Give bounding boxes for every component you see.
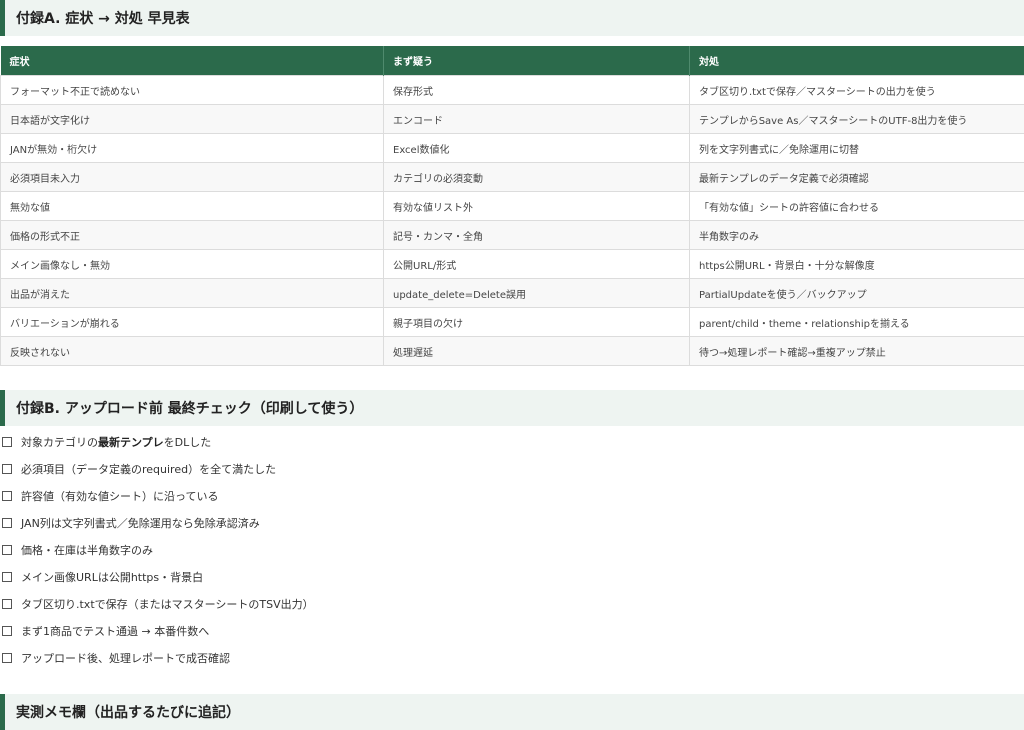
- checklist-text: 許容値（有効な値シート）に沿っている: [21, 489, 219, 503]
- table-row: フォーマット不正で読めない 保存形式 タブ区切り.txtで保存／マスターシートの出力…: [0, 75, 1024, 105]
- cell-symptom: バリエーションが崩れる: [0, 307, 384, 337]
- checkbox-icon[interactable]: [2, 544, 12, 555]
- cell-remedy: https公開URL・背景白・十分な解像度: [689, 249, 1024, 279]
- memo-heading: 実測メモ欄（出品するたびに追記）: [0, 694, 1024, 730]
- cell-suspect: 保存形式: [383, 75, 690, 105]
- cell-suspect: 処理遅延: [383, 336, 690, 366]
- appendix-a-heading: 付録A. 症状 → 対処 早見表: [0, 0, 1024, 36]
- symptom-table: 症状 まず疑う 対処 フォーマット不正で読めない 保存形式 タブ区切り.txtで保存…: [0, 46, 1024, 366]
- cell-symptom: メイン画像なし・無効: [0, 249, 384, 279]
- checklist-item[interactable]: まず1商品でテスト通過 → 本番件数へ: [0, 617, 314, 644]
- checkbox-icon[interactable]: [2, 652, 12, 663]
- checklist-text: まず1商品でテスト通過 → 本番件数へ: [21, 624, 210, 638]
- checklist-item[interactable]: 価格・在庫は半角数字のみ: [0, 536, 314, 563]
- cell-suspect: update_delete=Delete誤用: [383, 278, 690, 308]
- checklist-text: アップロード後、処理レポートで成否確認: [21, 651, 230, 665]
- checkbox-icon[interactable]: [2, 463, 12, 474]
- cell-suspect: 公開URL/形式: [383, 249, 690, 279]
- table-row: 無効な値 有効な値リスト外 「有効な値」シートの許容値に合わせる: [0, 191, 1024, 221]
- table-row: バリエーションが崩れる 親子項目の欠け parent/child・theme・rel…: [0, 307, 1024, 337]
- cell-symptom: 必須項目未入力: [0, 162, 384, 192]
- checklist-item[interactable]: 対象カテゴリの 最新テンプレ をDLした: [0, 428, 314, 455]
- checklist-text: メイン画像URLは公開https・背景白: [21, 570, 204, 584]
- cell-remedy: 待つ→処理レポート確認→重複アップ禁止: [689, 336, 1024, 366]
- checklist-item[interactable]: タブ区切り.txtで保存（またはマスターシートのTSV出力）: [0, 590, 314, 617]
- checkbox-icon[interactable]: [2, 490, 12, 501]
- cell-symptom: 反映されない: [0, 336, 384, 366]
- cell-suspect: 親子項目の欠け: [383, 307, 690, 337]
- checklist-text-suffix: をDLした: [163, 435, 212, 449]
- cell-symptom: フォーマット不正で読めない: [0, 75, 384, 105]
- cell-remedy: テンプレからSave As／マスターシートのUTF-8出力を使う: [689, 104, 1024, 134]
- appendix-b-title: 付録B. アップロード前 最終チェック（印刷して使う）: [16, 401, 364, 417]
- checklist-text: 価格・在庫は半角数字のみ: [21, 543, 153, 557]
- checklist-item[interactable]: アップロード後、処理レポートで成否確認: [0, 644, 314, 671]
- checklist-item[interactable]: 必須項目（データ定義のrequired）を全て満たした: [0, 455, 314, 482]
- table-row: 反映されない 処理遅延 待つ→処理レポート確認→重複アップ禁止: [0, 336, 1024, 366]
- checkbox-icon[interactable]: [2, 517, 12, 528]
- checklist-item[interactable]: メイン画像URLは公開https・背景白: [0, 563, 314, 590]
- checklist-text: JAN列は文字列書式／免除運用なら免除承認済み: [21, 516, 260, 530]
- appendix-b-heading: 付録B. アップロード前 最終チェック（印刷して使う）: [0, 390, 1024, 426]
- cell-symptom: 日本語が文字化け: [0, 104, 384, 134]
- checklist-emphasis: 最新テンプレ: [98, 435, 164, 449]
- cell-remedy: 半角数字のみ: [689, 220, 1024, 250]
- cell-symptom: JANが無効・桁欠け: [0, 133, 384, 163]
- table-row: 必須項目未入力 カテゴリの必須変動 最新テンプレのデータ定義で必須確認: [0, 162, 1024, 192]
- memo-title: 実測メモ欄（出品するたびに追記）: [16, 705, 240, 721]
- cell-remedy: 「有効な値」シートの許容値に合わせる: [689, 191, 1024, 221]
- final-checklist: 対象カテゴリの 最新テンプレ をDLした必須項目（データ定義のrequired）を全…: [0, 428, 314, 671]
- cell-suspect: カテゴリの必須変動: [383, 162, 690, 192]
- cell-remedy: タブ区切り.txtで保存／マスターシートの出力を使う: [689, 75, 1024, 105]
- cell-suspect: Excel数値化: [383, 133, 690, 163]
- column-header-suspect: まず疑う: [383, 46, 690, 76]
- cell-suspect: 記号・カンマ・全角: [383, 220, 690, 250]
- table-row: メイン画像なし・無効 公開URL/形式 https公開URL・背景白・十分な解像度: [0, 249, 1024, 279]
- column-header-symptom: 症状: [0, 46, 384, 76]
- checklist-item[interactable]: JAN列は文字列書式／免除運用なら免除承認済み: [0, 509, 314, 536]
- table-row: 出品が消えた update_delete=Delete誤用 PartialUpdat…: [0, 278, 1024, 308]
- cell-suspect: エンコード: [383, 104, 690, 134]
- checklist-text: タブ区切り.txtで保存（またはマスターシートのTSV出力）: [21, 597, 314, 611]
- cell-remedy: parent/child・theme・relationshipを揃える: [689, 307, 1024, 337]
- table-row: 価格の形式不正 記号・カンマ・全角 半角数字のみ: [0, 220, 1024, 250]
- cell-remedy: 最新テンプレのデータ定義で必須確認: [689, 162, 1024, 192]
- checklist-text: 対象カテゴリの: [21, 435, 98, 449]
- cell-symptom: 出品が消えた: [0, 278, 384, 308]
- cell-symptom: 価格の形式不正: [0, 220, 384, 250]
- table-row: JANが無効・桁欠け Excel数値化 列を文字列書式に／免除運用に切替: [0, 133, 1024, 163]
- column-header-remedy: 対処: [689, 46, 1024, 76]
- table-header-row: 症状 まず疑う 対処: [0, 46, 1024, 76]
- checkbox-icon[interactable]: [2, 571, 12, 582]
- cell-remedy: PartialUpdateを使う／バックアップ: [689, 278, 1024, 308]
- cell-symptom: 無効な値: [0, 191, 384, 221]
- checklist-item[interactable]: 許容値（有効な値シート）に沿っている: [0, 482, 314, 509]
- checkbox-icon[interactable]: [2, 625, 12, 636]
- cell-remedy: 列を文字列書式に／免除運用に切替: [689, 133, 1024, 163]
- checklist-text: 必須項目（データ定義のrequired）を全て満たした: [21, 462, 277, 476]
- cell-suspect: 有効な値リスト外: [383, 191, 690, 221]
- checkbox-icon[interactable]: [2, 598, 12, 609]
- table-row: 日本語が文字化け エンコード テンプレからSave As／マスターシートのUTF-8…: [0, 104, 1024, 134]
- checkbox-icon[interactable]: [2, 436, 12, 447]
- appendix-a-title: 付録A. 症状 → 対処 早見表: [16, 11, 190, 27]
